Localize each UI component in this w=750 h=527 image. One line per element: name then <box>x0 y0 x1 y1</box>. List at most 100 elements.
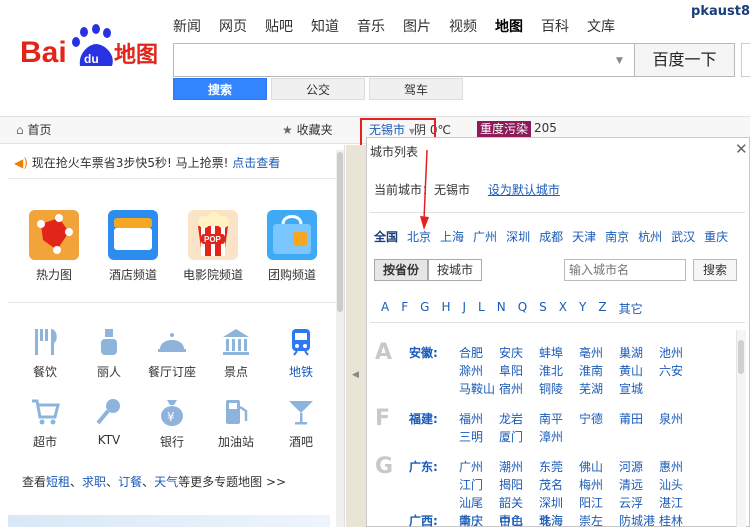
hot-city[interactable]: 上海 <box>440 228 464 245</box>
search-input[interactable] <box>174 44 614 76</box>
item-bank[interactable]: ¥ 银行 <box>147 395 197 450</box>
city-link[interactable]: 宿州 <box>499 380 535 398</box>
city-link[interactable]: 巢湖 <box>619 344 655 362</box>
city-link[interactable]: 三明 <box>459 428 495 446</box>
city-link[interactable]: 防城港 <box>619 512 655 527</box>
city-link[interactable]: 黄山 <box>619 362 655 380</box>
nav-item[interactable]: 地图 <box>495 16 523 36</box>
left-scrollbar-thumb[interactable] <box>337 152 343 312</box>
province-name[interactable]: 广东: <box>409 458 438 475</box>
hot-city[interactable]: 北京 <box>407 228 431 245</box>
letter-link[interactable]: L <box>478 300 485 317</box>
letter-link[interactable]: X <box>559 300 567 317</box>
nav-item[interactable]: 图片 <box>403 16 431 36</box>
more-link-weather[interactable]: 天气 <box>154 475 178 489</box>
username[interactable]: pkaust8 <box>691 4 750 19</box>
city-link[interactable]: 蚌埠 <box>539 344 575 362</box>
nav-item[interactable]: 贴吧 <box>265 16 293 36</box>
item-gas-station[interactable]: 加油站 <box>211 395 261 450</box>
letter-link[interactable]: Q <box>518 300 527 317</box>
search-button[interactable]: 百度一下 <box>634 43 735 77</box>
baidu-map-logo[interactable]: Bai du 地图 <box>20 22 160 72</box>
city-link[interactable]: 梅州 <box>579 476 615 494</box>
city-link[interactable]: 汕尾 <box>459 494 495 512</box>
city-link[interactable]: 北海 <box>539 512 575 527</box>
city-link[interactable]: 潮州 <box>499 458 535 476</box>
search-box[interactable] <box>173 43 635 77</box>
tab-drive[interactable]: 驾车 <box>369 78 463 100</box>
tab-bus[interactable]: 公交 <box>271 78 365 100</box>
hot-city[interactable]: 全国 <box>374 228 398 245</box>
nav-item[interactable]: 网页 <box>219 16 247 36</box>
letter-link[interactable]: N <box>497 300 506 317</box>
city-link[interactable]: 六安 <box>659 362 695 380</box>
city-link[interactable]: 漳州 <box>539 428 575 446</box>
item-beauty[interactable]: 丽人 <box>84 325 134 380</box>
home-link[interactable]: ⌂ 首页 <box>16 121 51 138</box>
item-attractions[interactable]: 景点 <box>211 325 261 380</box>
city-link[interactable]: 淮南 <box>579 362 615 380</box>
nav-item[interactable]: 百科 <box>541 16 569 36</box>
city-link[interactable]: 合肥 <box>459 344 495 362</box>
city-link[interactable]: 龙岩 <box>499 410 535 428</box>
nav-item[interactable]: 文库 <box>587 16 615 36</box>
promo-link[interactable]: 点击查看 <box>232 156 280 170</box>
city-link[interactable]: 韶关 <box>499 494 535 512</box>
nav-item[interactable]: 新闻 <box>173 16 201 36</box>
item-ktv[interactable]: KTV <box>84 395 134 447</box>
city-link[interactable]: 淮北 <box>539 362 575 380</box>
nav-item[interactable]: 视频 <box>449 16 477 36</box>
hot-city[interactable]: 成都 <box>539 228 563 245</box>
set-default-city-link[interactable]: 设为默认城市 <box>488 183 560 197</box>
province-name[interactable]: 安徽: <box>409 344 438 361</box>
tile-hotel[interactable]: 酒店频道 <box>103 210 163 283</box>
city-link[interactable]: 莆田 <box>619 410 655 428</box>
city-link[interactable]: 湛江 <box>659 494 695 512</box>
letter-link[interactable]: 其它 <box>619 300 643 317</box>
city-link[interactable]: 惠州 <box>659 458 695 476</box>
city-link[interactable]: 云浮 <box>619 494 655 512</box>
item-supermarket[interactable]: 超市 <box>20 395 70 450</box>
city-link[interactable]: 池州 <box>659 344 695 362</box>
more-link-food-order[interactable]: 订餐 <box>118 475 142 489</box>
hot-city[interactable]: 武汉 <box>671 228 695 245</box>
city-link[interactable]: 南宁 <box>459 512 495 527</box>
tab-search[interactable]: 搜索 <box>173 78 267 100</box>
tile-heatmap[interactable]: 热力图 <box>24 210 84 283</box>
city-link[interactable]: 福州 <box>459 410 495 428</box>
city-link[interactable]: 阜阳 <box>499 362 535 380</box>
city-link[interactable]: 厦门 <box>499 428 535 446</box>
city-link[interactable]: 阳江 <box>579 494 615 512</box>
item-bar[interactable]: 酒吧 <box>276 395 326 450</box>
more-link-jobs[interactable]: 求职 <box>82 475 106 489</box>
favorites-link[interactable]: ★ 收藏夹 <box>282 121 333 138</box>
city-link[interactable]: 泉州 <box>659 410 695 428</box>
city-link[interactable]: 铜陵 <box>539 380 575 398</box>
bottom-banner[interactable] <box>8 515 330 527</box>
city-link[interactable]: 茂名 <box>539 476 575 494</box>
popup-scrollbar-thumb[interactable] <box>738 340 744 374</box>
hot-city[interactable]: 深圳 <box>506 228 530 245</box>
letter-link[interactable]: Y <box>579 300 586 317</box>
letter-link[interactable]: F <box>401 300 408 317</box>
city-link[interactable]: 百色 <box>499 512 535 527</box>
city-link[interactable]: 桂林 <box>659 512 695 527</box>
by-province-button[interactable]: 按省份 <box>374 259 428 281</box>
city-link[interactable]: 江门 <box>459 476 495 494</box>
hot-city[interactable]: 重庆 <box>704 228 728 245</box>
close-icon[interactable]: ✕ <box>735 140 748 158</box>
tile-groupbuy[interactable]: 团购频道 <box>262 210 322 283</box>
province-name[interactable]: 福建: <box>409 410 438 427</box>
item-reservation[interactable]: 餐厅订座 <box>147 325 197 380</box>
more-link-rental[interactable]: 短租 <box>46 475 70 489</box>
city-link[interactable]: 河源 <box>619 458 655 476</box>
city-link[interactable]: 汕头 <box>659 476 695 494</box>
city-link[interactable]: 南平 <box>539 410 575 428</box>
collapse-arrow-icon[interactable]: ◀ <box>352 370 359 380</box>
city-link[interactable]: 广州 <box>459 458 495 476</box>
city-link[interactable]: 东莞 <box>539 458 575 476</box>
city-link[interactable]: 宁德 <box>579 410 615 428</box>
letter-link[interactable]: J <box>462 300 466 317</box>
city-link[interactable]: 宣城 <box>619 380 655 398</box>
item-subway[interactable]: 地铁 <box>276 325 326 380</box>
